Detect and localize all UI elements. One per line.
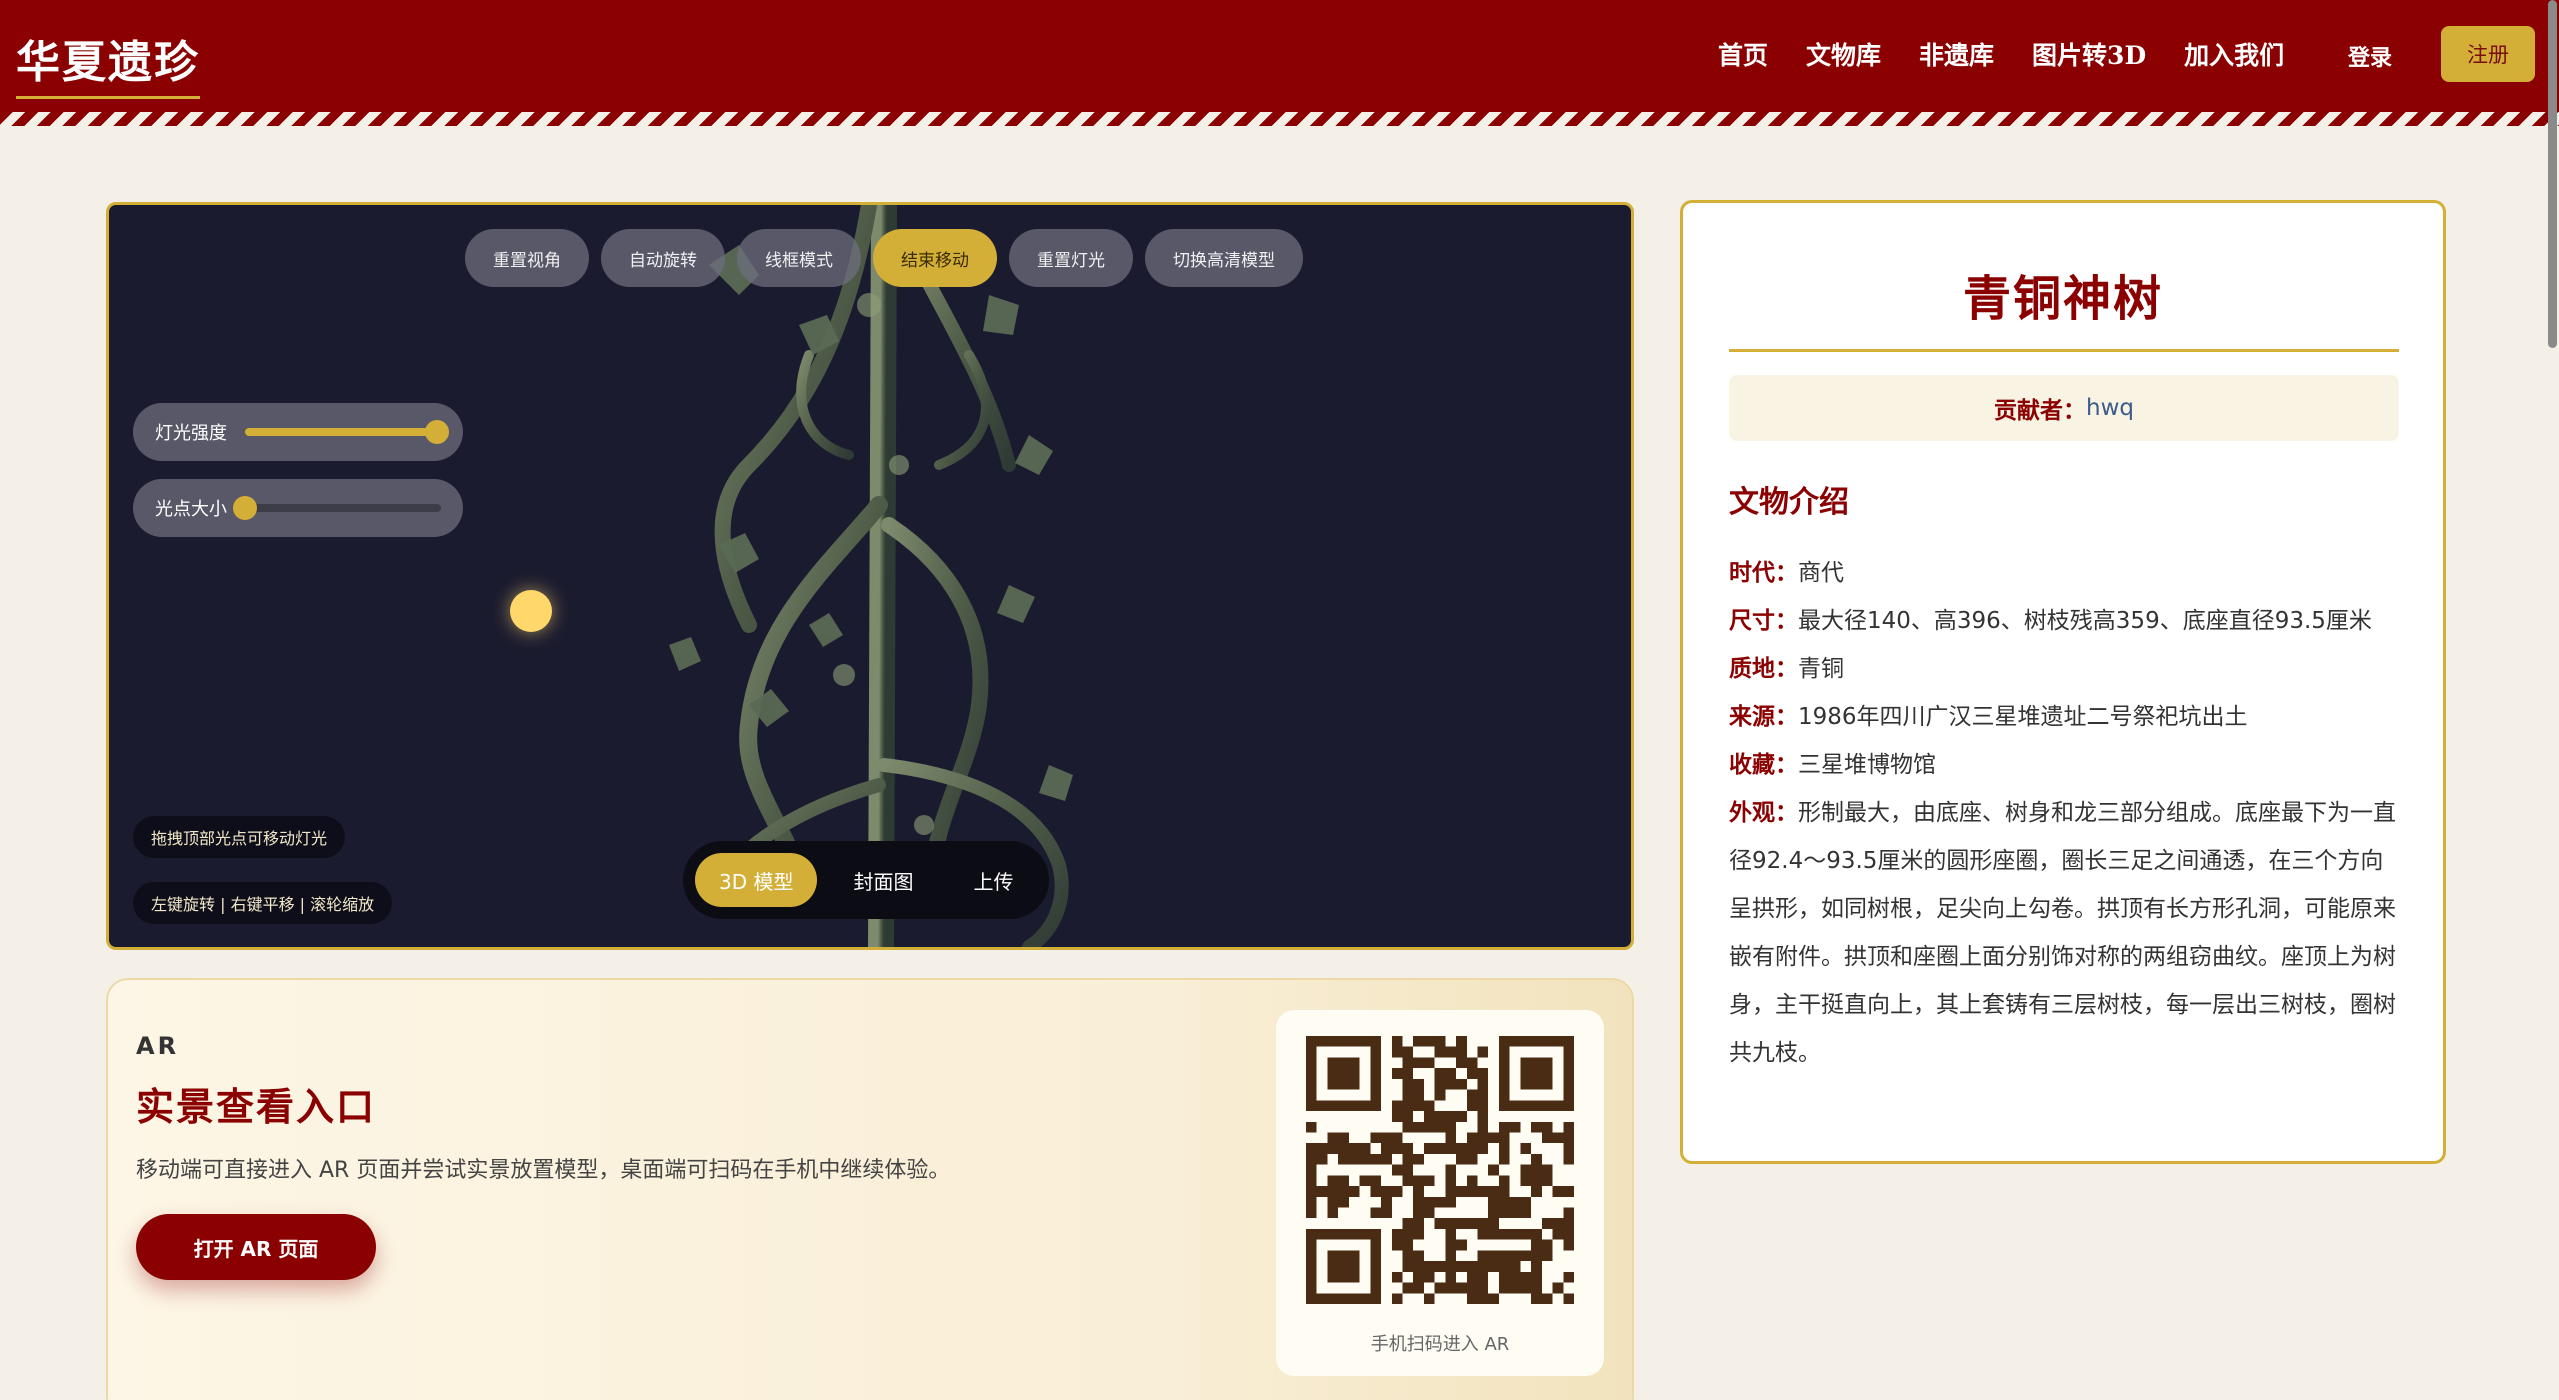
tab-upload[interactable]: 上传 — [949, 853, 1037, 907]
light-intensity-fill — [245, 428, 438, 436]
field-value: 商代 — [1798, 560, 1844, 586]
nav-relics[interactable]: 文物库 — [1806, 36, 1881, 72]
qr-caption: 手机扫码进入 AR — [1370, 1334, 1510, 1355]
field-collection: 收藏：三星堆博物馆 — [1729, 741, 2397, 789]
field-value: 最大径140、高396、树枝残高359、底座直径93.5厘米 — [1798, 608, 2372, 634]
light-intensity-thumb[interactable] — [425, 420, 450, 444]
field-value: 形制最大，由底座、树身和龙三部分组成。底座最下为一直径92.4～93.5厘米的圆… — [1729, 800, 2396, 1066]
contributor-name[interactable]: hwq — [2086, 395, 2134, 421]
field-label: 时代： — [1729, 560, 1798, 586]
field-label: 收藏： — [1729, 752, 1798, 778]
field-value: 青铜 — [1798, 656, 1844, 682]
relic-intro-heading: 文物介绍 — [1729, 485, 1849, 520]
contributor-box: 贡献者： hwq — [1729, 375, 2399, 441]
end-move-button[interactable]: 结束移动 — [873, 229, 997, 287]
top-navbar: 华夏遗珍 首页 文物库 非遗库 图片转3D 加入我们 登录 注册 — [0, 0, 2559, 112]
ar-entry-card: AR 实景查看入口 移动端可直接进入 AR 页面并尝试实景放置模型，桌面端可扫码… — [106, 978, 1634, 1400]
wireframe-mode-button[interactable]: 线框模式 — [737, 229, 861, 287]
viewer-toolbar: 重置视角 自动旋转 线框模式 结束移动 重置灯光 切换高清模型 — [465, 229, 1303, 287]
draggable-light-point[interactable] — [510, 590, 552, 632]
field-value: 三星堆博物馆 — [1798, 752, 1936, 778]
ar-description: 移动端可直接进入 AR 页面并尝试实景放置模型，桌面端可扫码在手机中继续体验。 — [136, 1158, 951, 1183]
site-logo[interactable]: 华夏遗珍 — [16, 26, 200, 99]
tab-cover-image[interactable]: 封面图 — [829, 853, 937, 907]
ar-title: 实景查看入口 — [136, 1084, 377, 1129]
login-link[interactable]: 登录 — [2348, 40, 2392, 72]
model-viewer[interactable]: 重置视角 自动旋转 线框模式 结束移动 重置灯光 切换高清模型 灯光强度 光点大… — [106, 202, 1634, 950]
field-size: 尺寸：最大径140、高396、树枝残高359、底座直径93.5厘米 — [1729, 597, 2397, 645]
field-label: 来源： — [1729, 704, 1798, 730]
open-ar-button[interactable]: 打开 AR 页面 — [136, 1214, 376, 1280]
qr-code — [1306, 1036, 1574, 1304]
field-era: 时代：商代 — [1729, 549, 2397, 597]
light-point-size-slider[interactable] — [233, 496, 441, 520]
view-mode-tabs: 3D 模型 封面图 上传 — [683, 841, 1050, 919]
reset-view-button[interactable]: 重置视角 — [465, 229, 589, 287]
main-nav: 首页 文物库 非遗库 图片转3D 加入我们 — [1718, 36, 2284, 72]
field-origin: 来源：1986年四川广汉三星堆遗址二号祭祀坑出土 — [1729, 693, 2397, 741]
toggle-hd-model-button[interactable]: 切换高清模型 — [1145, 229, 1303, 287]
title-divider — [1729, 349, 2399, 352]
contributor-label: 贡献者： — [1994, 398, 2086, 424]
light-intensity-control: 灯光强度 — [133, 403, 463, 461]
light-point-size-thumb[interactable] — [233, 496, 257, 520]
field-appearance: 外观：形制最大，由底座、树身和龙三部分组成。底座最下为一直径92.4～93.5厘… — [1729, 789, 2397, 1077]
light-intensity-slider[interactable] — [245, 420, 450, 444]
auto-rotate-button[interactable]: 自动旋转 — [601, 229, 725, 287]
field-label: 尺寸： — [1729, 608, 1798, 634]
light-intensity-label: 灯光强度 — [155, 423, 227, 444]
nav-join-us[interactable]: 加入我们 — [2184, 36, 2284, 72]
relic-info-card: 青铜神树 贡献者： hwq 文物介绍 时代：商代 尺寸：最大径140、高396、… — [1680, 200, 2446, 1164]
tab-3d-model[interactable]: 3D 模型 — [695, 853, 818, 907]
nav-home[interactable]: 首页 — [1718, 36, 1768, 72]
mouse-controls-hint: 左键旋转 | 右键平移 | 滚轮缩放 — [133, 882, 393, 924]
header-decorative-stripe — [0, 112, 2559, 126]
page-scrollbar[interactable] — [2548, 0, 2557, 348]
field-label: 质地： — [1729, 656, 1798, 682]
light-point-size-label: 光点大小 — [155, 499, 227, 520]
register-button[interactable]: 注册 — [2441, 26, 2535, 82]
light-point-size-control: 光点大小 — [133, 479, 463, 537]
relic-title: 青铜神树 — [1962, 271, 2163, 327]
nav-image-to-3d[interactable]: 图片转3D — [2032, 36, 2146, 72]
reset-light-button[interactable]: 重置灯光 — [1009, 229, 1133, 287]
field-value: 1986年四川广汉三星堆遗址二号祭祀坑出土 — [1798, 704, 2248, 730]
relic-attributes: 时代：商代 尺寸：最大径140、高396、树枝残高359、底座直径93.5厘米 … — [1729, 549, 2397, 1077]
qr-panel: 手机扫码进入 AR — [1276, 1010, 1604, 1376]
nav-intangible-heritage[interactable]: 非遗库 — [1919, 36, 1994, 72]
field-label: 外观： — [1729, 800, 1798, 826]
ar-tag: AR — [136, 1032, 180, 1060]
drag-light-hint: 拖拽顶部光点可移动灯光 — [133, 816, 346, 858]
field-material: 质地：青铜 — [1729, 645, 2397, 693]
